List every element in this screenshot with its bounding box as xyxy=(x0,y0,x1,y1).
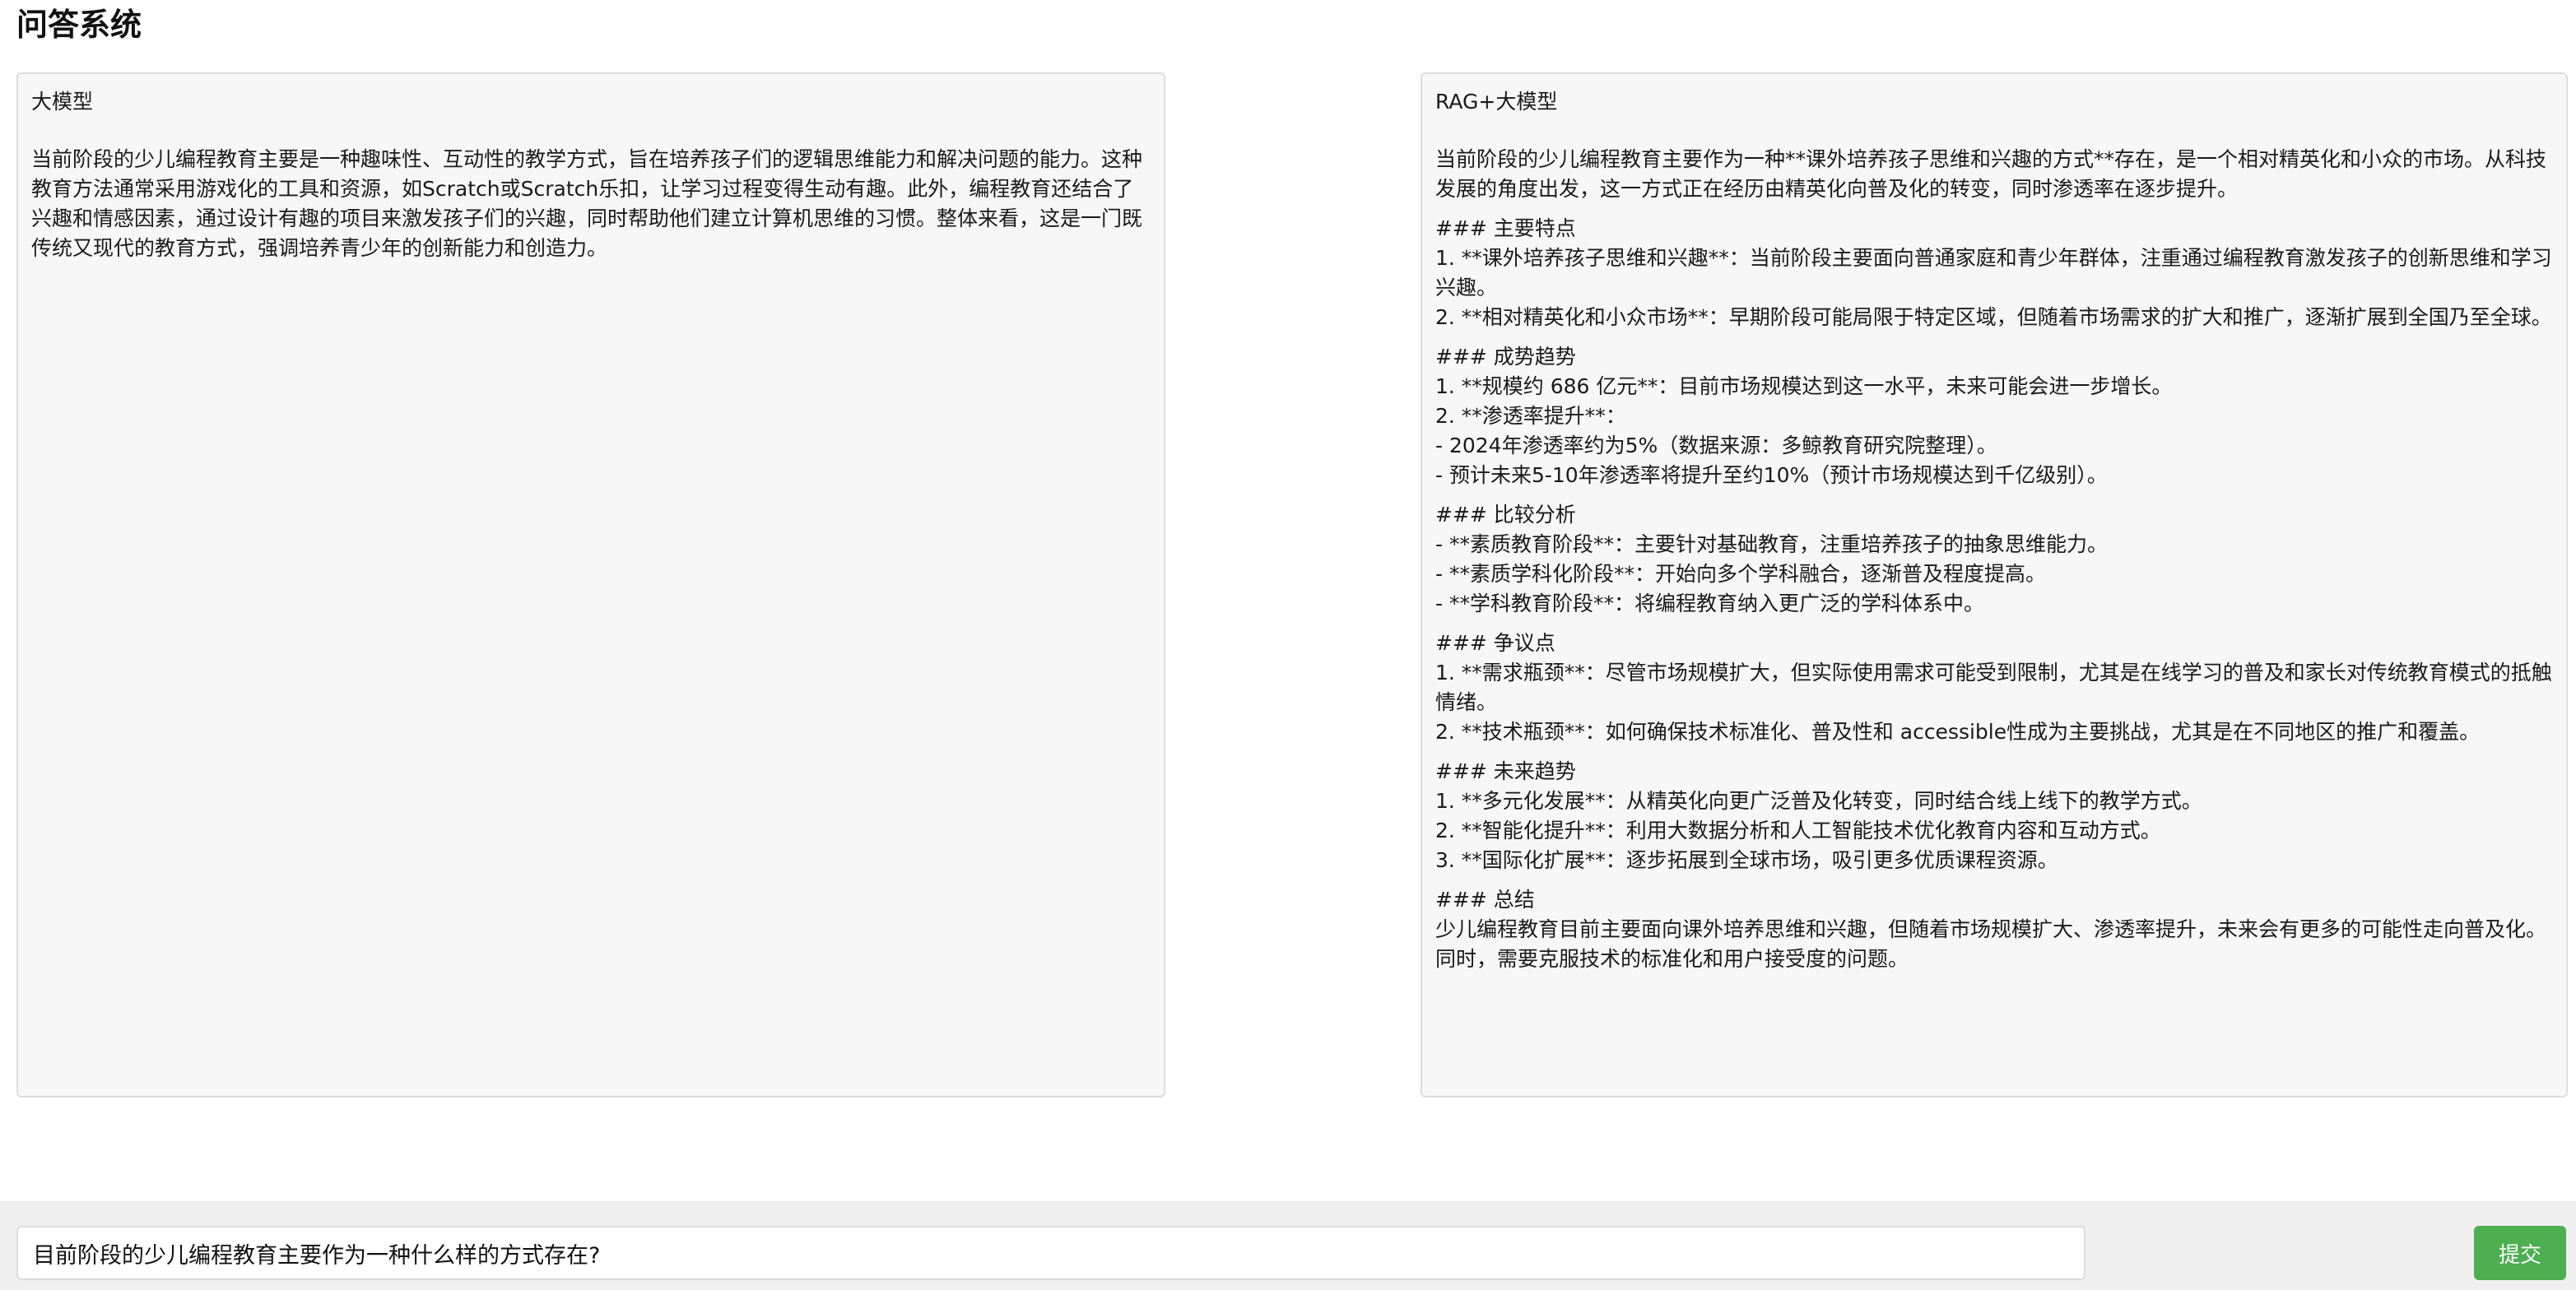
llm-answer-panel: 大模型 当前阶段的少儿编程教育主要是一种趣味性、互动性的教学方式，旨在培养孩子们… xyxy=(16,72,1165,1097)
answer-paragraph: 当前阶段的少儿编程教育主要是一种趣味性、互动性的教学方式，旨在培养孩子们的逻辑思… xyxy=(31,147,1143,260)
answer-paragraph: ### 主要特点 1. **课外培养孩子思维和兴趣**：当前阶段主要面向普通家庭… xyxy=(1435,216,2552,329)
llm-panel-title: 大模型 xyxy=(31,90,94,114)
submit-button[interactable]: 提交 xyxy=(2474,1226,2566,1280)
question-input[interactable] xyxy=(16,1226,2085,1280)
answer-paragraph: ### 争议点 1. **需求瓶颈**：尽管市场规模扩大，但实际使用需求可能受到… xyxy=(1435,631,2552,744)
query-bar: 提交 xyxy=(0,1201,2576,1290)
rag-answer-panel: RAG+大模型 当前阶段的少儿编程教育主要作为一种**课外培养孩子思维和兴趣的方… xyxy=(1421,72,2568,1097)
rag-answer-text: 当前阶段的少儿编程教育主要作为一种**课外培养孩子思维和兴趣的方式**存在，是一… xyxy=(1435,145,2553,974)
answer-paragraph: ### 总结 少儿编程教育目前主要面向课外培养思维和兴趣，但随着市场规模扩大、渗… xyxy=(1435,888,2547,971)
answer-paragraph: ### 成势趋势 1. **规模约 686 亿元**：目前市场规模达到这一水平，… xyxy=(1435,345,2173,487)
rag-panel-title: RAG+大模型 xyxy=(1435,90,1558,114)
llm-answer-text: 当前阶段的少儿编程教育主要是一种趣味性、互动性的教学方式，旨在培养孩子们的逻辑思… xyxy=(31,145,1151,263)
answer-paragraph: 当前阶段的少儿编程教育主要作为一种**课外培养孩子思维和兴趣的方式**存在，是一… xyxy=(1435,147,2547,201)
answer-paragraph: ### 未来趋势 1. **多元化发展**：从精英化向更广泛普及化转变，同时结合… xyxy=(1435,759,2202,872)
page-title: 问答系统 xyxy=(16,7,142,43)
answer-paragraph: ### 比较分析 - **素质教育阶段**：主要针对基础教育，注重培养孩子的抽象… xyxy=(1435,503,2108,615)
qa-app: 问答系统 大模型 当前阶段的少儿编程教育主要是一种趣味性、互动性的教学方式，旨在… xyxy=(0,0,2576,1290)
